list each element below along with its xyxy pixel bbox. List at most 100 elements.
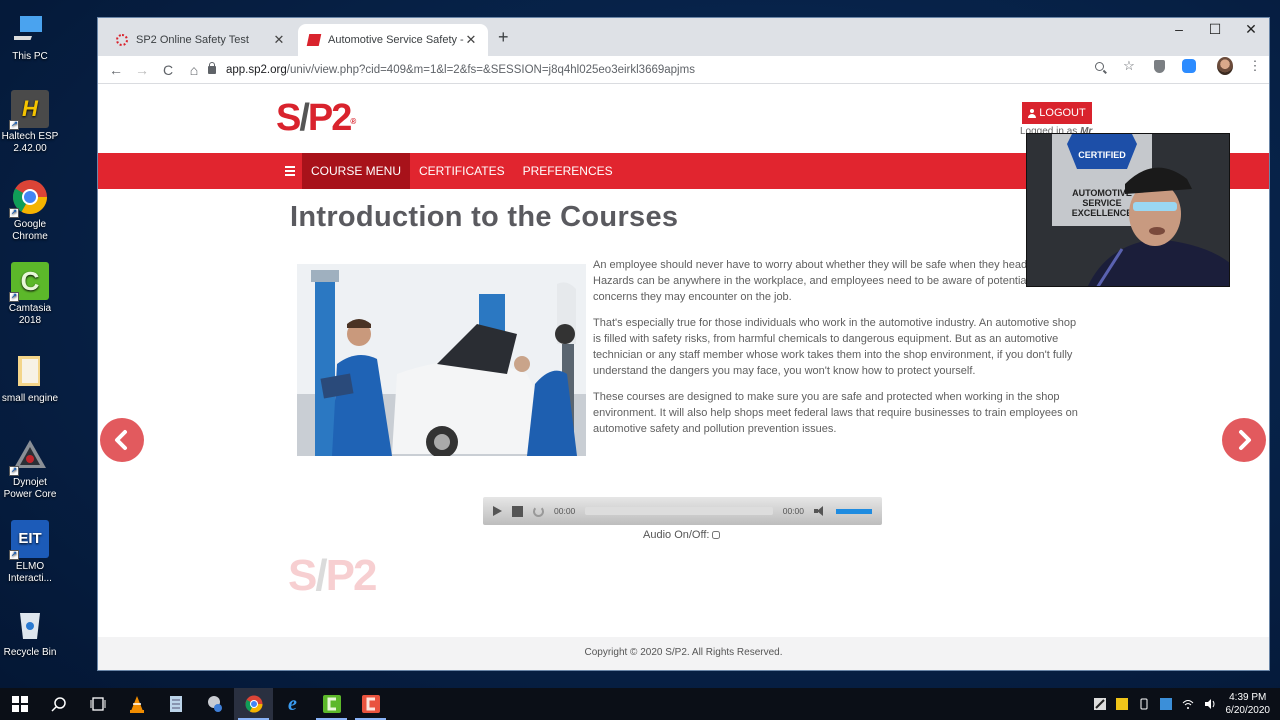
taskbar-chrome[interactable]	[234, 688, 273, 720]
play-icon[interactable]	[493, 506, 502, 516]
clock-time: 4:39 PM	[1229, 692, 1267, 703]
chevron-left-icon	[115, 430, 127, 450]
browser-toolbar: ← → C ⌂ app.sp2.org/univ/view.php?cid=40…	[98, 56, 1269, 84]
desktop-icon-dynojet[interactable]: ↗ Dynojet Power Core	[0, 436, 60, 501]
intro-paragraph: That's especially true for those individ…	[593, 317, 1077, 377]
address-bar[interactable]: app.sp2.org/univ/view.php?cid=409&m=1&l=…	[208, 58, 1159, 82]
close-tab-icon[interactable]: ✕	[464, 32, 478, 48]
bookmark-star-button[interactable]: ☆	[1121, 58, 1137, 74]
zoom-app-icon	[1182, 59, 1196, 73]
desktop-icon-camtasia[interactable]: C ↗ Camtasia 2018	[0, 262, 60, 327]
elmo-icon: EIT ↗	[9, 520, 49, 560]
tab-strip: SP2 Online Safety Test ✕ Automotive Serv…	[98, 18, 1269, 56]
maximize-button[interactable]: ☐	[1197, 18, 1233, 42]
taskbar-edge[interactable]: e	[273, 688, 312, 720]
tab-sp2-online-safety-test[interactable]: SP2 Online Safety Test ✕	[106, 24, 296, 56]
chrome-icon: ↗	[9, 178, 49, 218]
copyright-text: Copyright © 2020 S/P2. All Rights Reserv…	[584, 647, 783, 658]
folder-icon	[11, 352, 49, 390]
browser-menu-button[interactable]: ⋮	[1247, 58, 1263, 74]
close-window-button[interactable]: ✕	[1233, 18, 1269, 42]
replay-icon[interactable]	[533, 505, 544, 517]
shield-icon	[1153, 59, 1165, 73]
reload-button[interactable]: C	[156, 62, 180, 78]
intro-text: An employee should never have to worry a…	[593, 257, 1078, 447]
network-app-tray-icon[interactable]	[1159, 698, 1172, 710]
desktop-icon-haltech[interactable]: H ↗ Haltech ESP 2.42.00	[0, 90, 60, 155]
haltech-icon: H ↗	[9, 90, 49, 130]
next-page-button[interactable]	[1222, 418, 1266, 462]
sp2-favicon-icon	[306, 34, 322, 46]
taskbar-camtasia[interactable]	[312, 688, 351, 720]
recycle-bin-icon	[11, 606, 49, 644]
home-button[interactable]: ⌂	[182, 62, 206, 78]
logout-button[interactable]: LOGOUT	[1022, 102, 1092, 124]
zoom-indicator-button[interactable]	[1091, 58, 1107, 74]
camtasia-icon	[322, 695, 341, 713]
desktop-icon-this-pc[interactable]: This PC	[0, 10, 60, 63]
browser-window: SP2 Online Safety Test ✕ Automotive Serv…	[97, 17, 1270, 671]
ase-certified-text: CERTIFIED	[1078, 150, 1126, 160]
webcam-overlay: CERTIFIED AUTOMOTIVE SERVICE EXCELLENCE	[1026, 133, 1230, 287]
duration: 00:00	[782, 506, 804, 516]
search-icon	[50, 697, 66, 712]
close-tab-icon[interactable]: ✕	[272, 32, 286, 48]
desktop-icon-recycle-bin[interactable]: Recycle Bin	[0, 606, 60, 659]
usb-tray-icon[interactable]	[1138, 698, 1150, 710]
clock[interactable]: 4:39 PM 6/20/2020	[1226, 691, 1271, 717]
windows-icon	[11, 696, 28, 712]
notes-tray-icon[interactable]	[1115, 698, 1128, 710]
forward-button[interactable]: →	[130, 62, 154, 78]
minimize-button[interactable]: –	[1161, 18, 1197, 42]
nav-course-menu[interactable]: COURSE MENU	[302, 153, 411, 189]
audio-player: 00:00 00:00	[483, 497, 882, 525]
stop-icon[interactable]	[512, 505, 523, 517]
intro-paragraph: An employee should never have to worry a…	[593, 259, 1069, 303]
taskbar: e 4:39 PM 6/20/2020	[0, 688, 1280, 720]
camtasia-icon: C ↗	[9, 262, 49, 302]
new-tab-button[interactable]: +	[498, 27, 509, 48]
chrome-icon	[245, 695, 262, 713]
taskbar-vlc[interactable]	[117, 688, 156, 720]
search-button[interactable]	[39, 688, 78, 720]
user-icon	[1028, 108, 1037, 118]
magnifier-icon	[1094, 61, 1104, 71]
desktop-icon-small-engine[interactable]: small engine	[0, 352, 60, 405]
notepad-icon	[169, 696, 182, 712]
vlc-icon	[129, 696, 144, 713]
system-tray: 4:39 PM 6/20/2020	[1093, 688, 1271, 720]
current-time: 00:00	[554, 506, 576, 516]
svg-text:EXCELLENCE: EXCELLENCE	[1072, 208, 1133, 218]
toolbar-actions: ☆ ⋮	[1091, 57, 1263, 75]
previous-page-button[interactable]	[100, 418, 144, 462]
extension-zoom-button[interactable]	[1181, 58, 1197, 74]
nav-certificates[interactable]: CERTIFICATES	[410, 153, 514, 189]
taskbar-notepad[interactable]	[156, 688, 195, 720]
audio-on-off-checkbox[interactable]	[712, 531, 721, 539]
start-button[interactable]	[0, 688, 39, 720]
audio-seek-bar[interactable]	[585, 507, 773, 515]
taskbar-app[interactable]	[195, 688, 234, 720]
wifi-icon[interactable]	[1182, 698, 1194, 710]
volume-icon[interactable]	[814, 506, 826, 516]
volume-slider[interactable]	[836, 508, 872, 514]
extension-shield-button[interactable]	[1151, 58, 1167, 74]
tab-automotive-service-safety[interactable]: Automotive Service Safety - Intro ✕	[298, 24, 488, 56]
back-button[interactable]: ←	[104, 62, 128, 78]
volume-icon[interactable]	[1204, 698, 1216, 710]
profile-button[interactable]	[1217, 57, 1233, 75]
pen-tray-icon[interactable]	[1093, 698, 1106, 710]
lock-icon	[208, 62, 216, 74]
hamburger-icon[interactable]	[278, 153, 302, 189]
taskbar-camtasia-recorder[interactable]	[351, 688, 390, 720]
desktop-icon-elmo[interactable]: EIT ↗ ELMO Interacti...	[0, 520, 60, 585]
task-view-icon	[90, 697, 105, 711]
desktop-icon-chrome[interactable]: ↗ Google Chrome	[0, 178, 60, 243]
computer-icon	[11, 10, 49, 48]
sp2-logo[interactable]: S/P2®	[276, 98, 356, 138]
task-view-button[interactable]	[78, 688, 117, 720]
dynojet-icon: ↗	[9, 436, 49, 476]
sp2-favicon-icon	[116, 34, 128, 46]
page-footer: Copyright © 2020 S/P2. All Rights Reserv…	[98, 637, 1269, 670]
nav-preferences[interactable]: PREFERENCES	[514, 153, 622, 189]
